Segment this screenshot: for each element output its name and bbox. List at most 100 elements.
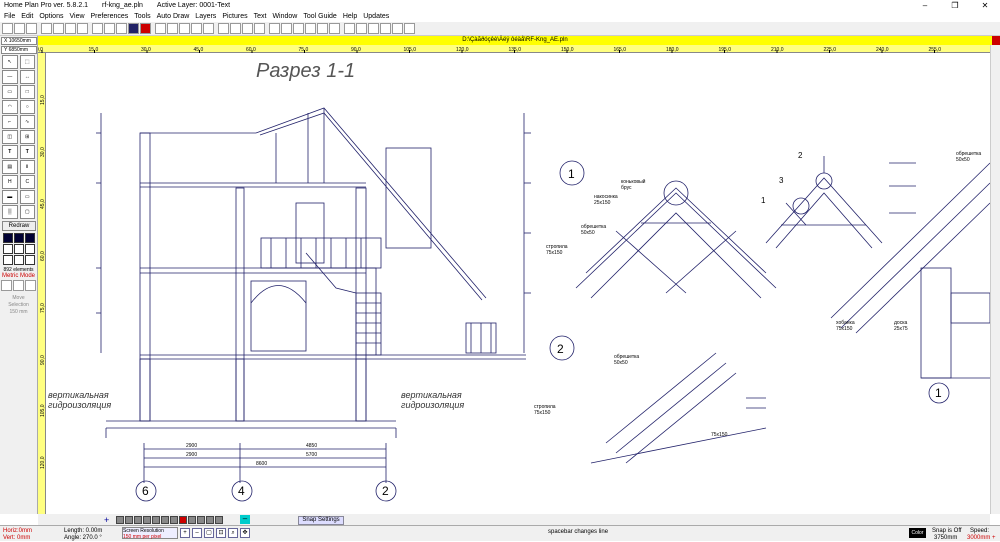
box-icon[interactable]: ▭	[19, 190, 35, 204]
menu-help[interactable]: Help	[343, 13, 357, 20]
hatch-fill-icon[interactable]: ▒	[2, 205, 18, 219]
menu-layers[interactable]: Layers	[195, 13, 216, 20]
menu-options[interactable]: Options	[39, 13, 63, 20]
rectangle-icon[interactable]: □	[19, 85, 35, 99]
menu-edit[interactable]: Edit	[21, 13, 33, 20]
drawing-svg[interactable]: Разрез 1-1 2900 4850 2900 5700 8600 6 4 …	[46, 53, 991, 514]
select-box-icon[interactable]: ⬚	[19, 55, 35, 69]
copy-icon[interactable]	[65, 23, 76, 34]
layer-dot[interactable]	[116, 516, 124, 524]
drawing-canvas[interactable]: Разрез 1-1 2900 4850 2900 5700 8600 6 4 …	[46, 53, 991, 514]
maximize-button[interactable]: ❐	[940, 0, 970, 11]
arrow-down-icon[interactable]	[254, 23, 265, 34]
remove-layer-icon[interactable]: –	[240, 515, 250, 524]
redo-icon[interactable]	[104, 23, 115, 34]
screen-resolution-button[interactable]: Screen Resolution 150 mm per pixel	[122, 527, 178, 540]
text-tool-icon[interactable]	[368, 23, 379, 34]
line-tool-icon[interactable]	[155, 23, 166, 34]
snap-settings-button[interactable]: Snap Settings	[298, 516, 344, 525]
close-button[interactable]: ✕	[970, 0, 1000, 11]
menu-window[interactable]: Window	[272, 13, 297, 20]
cut-icon[interactable]	[53, 23, 64, 34]
menu-updates[interactable]: Updates	[363, 13, 389, 20]
align-icon[interactable]	[317, 23, 328, 34]
menu-tool-guide[interactable]: Tool Guide	[303, 13, 336, 20]
help-icon[interactable]	[404, 23, 415, 34]
layer-dot[interactable]	[215, 516, 223, 524]
window-icon[interactable]: ⊞	[19, 130, 35, 144]
new-file-icon[interactable]	[2, 23, 13, 34]
door-icon[interactable]: ◫	[2, 130, 18, 144]
nudge-right-icon[interactable]	[13, 280, 24, 291]
symbol-icon[interactable]	[380, 23, 391, 34]
stair-tool-icon[interactable]: ▤	[2, 160, 18, 174]
arc-icon[interactable]: ◠	[2, 100, 18, 114]
dimension-line-icon[interactable]: ↔	[19, 70, 35, 84]
hatch-icon[interactable]	[356, 23, 367, 34]
table-icon[interactable]	[281, 23, 292, 34]
grid-icon[interactable]	[269, 23, 280, 34]
circle-icon[interactable]: ○	[19, 100, 35, 114]
layer-dot[interactable]	[152, 516, 160, 524]
save-icon[interactable]	[26, 23, 37, 34]
wall-icon[interactable]: ▭	[2, 85, 18, 99]
layer-icon[interactable]	[128, 23, 139, 34]
minimize-button[interactable]: –	[910, 0, 940, 11]
vertical-scrollbar[interactable]	[990, 45, 1000, 514]
type-tool-icon[interactable]: Ⅱ	[19, 160, 35, 174]
menu-auto-draw[interactable]: Auto Draw	[157, 13, 190, 20]
layer-dot[interactable]	[134, 516, 142, 524]
dimension-icon[interactable]	[293, 23, 304, 34]
nudge-up-icon[interactable]	[25, 280, 36, 291]
menu-pictures[interactable]: Pictures	[222, 13, 247, 20]
add-layer-icon[interactable]: +	[104, 515, 109, 525]
menu-file[interactable]: File	[4, 13, 15, 20]
redraw-button[interactable]: Redraw	[2, 221, 36, 231]
undo-icon[interactable]	[92, 23, 103, 34]
color-fill-icon[interactable]: ▬	[2, 190, 18, 204]
nudge-left-icon[interactable]	[1, 280, 12, 291]
layer-dot[interactable]	[125, 516, 133, 524]
color-button[interactable]: Color	[909, 528, 926, 538]
zoom-out-icon[interactable]: –	[192, 528, 202, 538]
menu-tools[interactable]: Tools	[134, 13, 150, 20]
zoom-window-icon[interactable]: ▢	[204, 528, 214, 538]
move-selection[interactable]: Move Selection 150 mm	[0, 295, 37, 316]
layer-grid[interactable]	[3, 233, 35, 265]
hide-icon[interactable]: H	[2, 175, 18, 189]
fill-icon[interactable]	[344, 23, 355, 34]
rotate-right-icon[interactable]	[179, 23, 190, 34]
layer-dot[interactable]	[143, 516, 151, 524]
close-shape-icon[interactable]: C	[19, 175, 35, 189]
stop-icon[interactable]	[140, 23, 151, 34]
rotate-icon[interactable]	[167, 23, 178, 34]
layer-dot[interactable]	[170, 516, 178, 524]
open-file-icon[interactable]	[14, 23, 25, 34]
layer-dot[interactable]	[188, 516, 196, 524]
menu-text[interactable]: Text	[254, 13, 267, 20]
dim-line-icon[interactable]	[392, 23, 403, 34]
arrow-up-icon[interactable]	[242, 23, 253, 34]
menu-view[interactable]: View	[69, 13, 84, 20]
menu-preferences[interactable]: Preferences	[91, 13, 129, 20]
frame-icon[interactable]: ▢	[19, 205, 35, 219]
layer-dot[interactable]	[197, 516, 205, 524]
mirror-icon[interactable]	[191, 23, 202, 34]
zoom-previous-icon[interactable]: ⌕	[228, 528, 238, 538]
text-icon[interactable]: T	[2, 145, 18, 159]
paste-icon[interactable]	[77, 23, 88, 34]
font-text-icon[interactable]: T	[19, 145, 35, 159]
line-icon[interactable]: —	[2, 70, 18, 84]
layer-dot[interactable]	[161, 516, 169, 524]
zoom-extents-icon[interactable]: ⊡	[216, 528, 226, 538]
zoom-icon[interactable]	[116, 23, 127, 34]
metric-mode[interactable]: Metric Mode	[0, 273, 37, 279]
select-arrow-icon[interactable]: ↖	[2, 55, 18, 69]
stairs-icon[interactable]: ⌐	[2, 115, 18, 129]
arrow-left-icon[interactable]	[218, 23, 229, 34]
flip-icon[interactable]	[203, 23, 214, 34]
print-icon[interactable]	[41, 23, 52, 34]
measure-icon[interactable]	[305, 23, 316, 34]
layer-dot-active[interactable]	[179, 516, 187, 524]
zoom-in-icon[interactable]: +	[180, 528, 190, 538]
